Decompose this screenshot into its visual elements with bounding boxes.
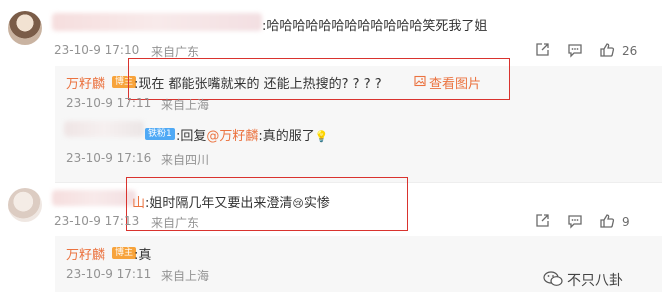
comment-icon[interactable] <box>567 42 583 58</box>
comment-text: :哈哈哈哈哈哈哈哈哈哈哈哈笑死我了姐 <box>262 19 488 34</box>
lightbulb-emoji: 💡 <box>314 130 329 143</box>
reply-author[interactable]: 万籽麟 <box>66 244 105 263</box>
reply-location: 来自上海 <box>161 98 210 112</box>
avatar[interactable] <box>8 188 42 222</box>
image-icon <box>414 75 426 87</box>
avatar[interactable] <box>8 11 42 45</box>
reply-text: :回复@万籽麟:真的服了💡 <box>176 129 329 144</box>
reply-time: 23-10-9 17:11 <box>66 267 152 281</box>
comment-text: 山:姐时隔几年又要出来澄清😢实惨 <box>132 196 330 211</box>
fan-badge: 铁粉1 <box>145 128 175 140</box>
share-icon[interactable] <box>534 213 550 229</box>
mention-link[interactable]: @万籽麟 <box>206 129 258 144</box>
like-icon[interactable] <box>599 213 615 229</box>
comment-location: 来自广东 <box>151 216 200 230</box>
reply-text: :真 <box>134 248 152 263</box>
blurred-username <box>52 13 262 31</box>
watermark-text: 不只八卦 <box>567 273 623 289</box>
like-icon[interactable] <box>599 42 615 58</box>
reply-time: 23-10-9 17:11 <box>66 96 152 110</box>
crying-emoji: 😢 <box>292 197 304 210</box>
like-count: 9 <box>622 215 630 229</box>
reply-author[interactable]: 万籽麟 <box>66 73 105 92</box>
blurred-username <box>52 190 136 206</box>
wechat-icon <box>543 271 563 287</box>
share-icon[interactable] <box>534 42 550 58</box>
view-image-link[interactable]: 查看图片 <box>429 73 481 92</box>
reply-location: 来自上海 <box>161 269 210 283</box>
reply-time: 23-10-9 17:16 <box>66 151 152 165</box>
reply-text: :现在 都能张嘴就来的 还能上热搜的? ? ? ? <box>134 77 382 92</box>
like-count: 26 <box>622 44 638 58</box>
comment-time: 23-10-9 17:10 <box>54 43 140 57</box>
blurred-username <box>64 121 144 137</box>
author-badge: 博主 <box>112 247 137 259</box>
comment-time: 23-10-9 17:13 <box>54 214 140 228</box>
comment-icon[interactable] <box>567 213 583 229</box>
reply-location: 来自四川 <box>161 153 210 167</box>
